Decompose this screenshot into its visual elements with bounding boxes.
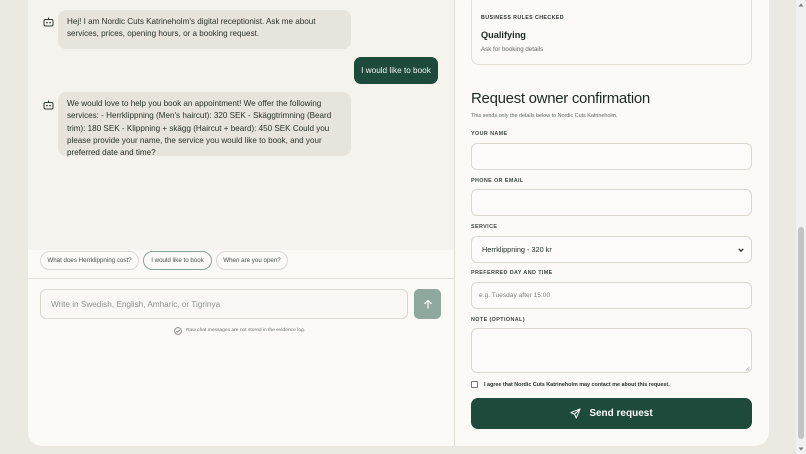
chat-panel: Hej! I am Nordic Cuts Katrineholm's digi… (28, 0, 454, 446)
chat-input[interactable]: Write in Swedish, English, Amharic, or T… (40, 289, 408, 319)
bot-message: We would love to help you book an appoin… (58, 92, 351, 157)
rules-detail: Ask for booking details (481, 46, 544, 53)
suggestion-chip[interactable]: What does Herrklippning cost? (40, 251, 139, 270)
time-label: PREFERRED DAY AND TIME (471, 270, 553, 276)
bot-message: Hej! I am Nordic Cuts Katrineholm's digi… (58, 10, 351, 49)
scroll-down-icon[interactable] (798, 446, 804, 452)
paper-plane-icon (570, 408, 581, 419)
send-message-button[interactable] (414, 289, 441, 319)
consent-checkbox[interactable] (471, 381, 478, 388)
robot-icon (43, 17, 54, 27)
suggestion-chip[interactable]: I would like to book (143, 251, 212, 270)
rules-status: Qualifying (481, 30, 526, 40)
privacy-note: Raw chat messages are not stored in the … (174, 326, 305, 335)
contact-field[interactable] (471, 189, 752, 216)
service-label: SERVICE (471, 224, 498, 230)
privacy-text: Raw chat messages are not stored in the … (186, 328, 306, 333)
suggestion-chip[interactable]: When are you open? (216, 251, 288, 270)
panel-divider (454, 0, 455, 446)
name-label: YOUR NAME (471, 131, 508, 137)
shield-icon (174, 326, 182, 335)
chevron-down-icon (738, 247, 744, 252)
divider (28, 278, 454, 279)
note-label: NOTE (OPTIONAL) (471, 317, 525, 323)
time-field[interactable]: e.g. Tuesday after 15:00 (471, 282, 752, 309)
page-scrollbar[interactable] (796, 0, 806, 454)
form-subtitle: This sends only the details below to Nor… (471, 113, 618, 119)
app-card: Hej! I am Nordic Cuts Katrineholm's digi… (28, 0, 769, 446)
contact-label: PHONE OR EMAIL (471, 178, 524, 184)
send-request-button[interactable]: Send request (471, 398, 752, 429)
consent-text: I agree that Nordic Cuts Katrineholm may… (484, 381, 670, 388)
note-textarea[interactable] (471, 328, 752, 373)
scroll-up-icon[interactable] (798, 2, 804, 8)
scrollbar-thumb[interactable] (798, 227, 804, 439)
name-field[interactable] (471, 143, 752, 170)
rules-kicker: BUSINESS RULES CHECKED (481, 15, 564, 21)
consent-row[interactable]: I agree that Nordic Cuts Katrineholm may… (471, 381, 670, 388)
resize-handle-icon[interactable] (745, 366, 750, 371)
send-request-label: Send request (589, 408, 653, 419)
form-title: Request owner confirmation (471, 90, 650, 107)
arrow-up-icon (423, 299, 432, 309)
service-value: Herrklippning - 320 kr (482, 245, 552, 254)
robot-icon (43, 100, 54, 110)
user-message: I would like to book (354, 57, 438, 84)
service-select[interactable]: Herrklippning - 320 kr (471, 236, 752, 263)
